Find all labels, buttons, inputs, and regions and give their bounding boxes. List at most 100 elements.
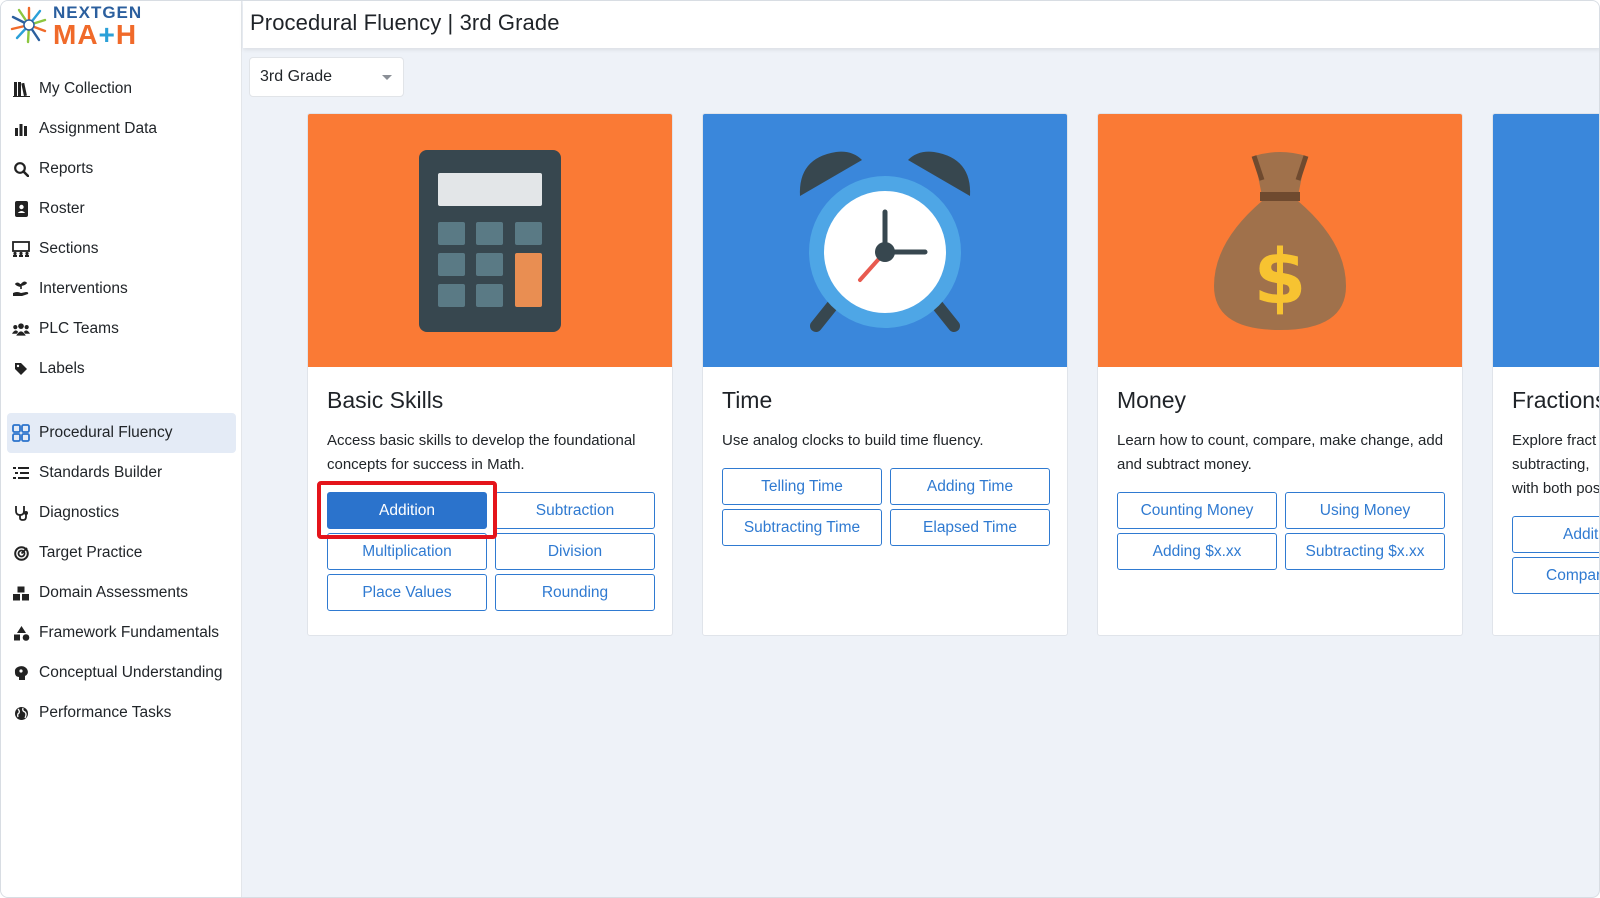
sidebar-item-label: Diagnostics: [39, 504, 120, 521]
fractions-addition-button[interactable]: Additi: [1512, 516, 1599, 553]
stethoscope-icon: [12, 504, 30, 522]
sidebar-item-domain-assessments[interactable]: Domain Assessments: [1, 573, 242, 613]
globe-icon: [12, 704, 30, 722]
sidebar-item-labels[interactable]: Labels: [1, 349, 242, 389]
brand-bottom-text: MA+H: [53, 21, 137, 49]
adding-money-button[interactable]: Adding $x.xx: [1117, 533, 1277, 570]
desc-line: Explore fract: [1512, 432, 1597, 449]
sidebar-item-target-practice[interactable]: Target Practice: [1, 533, 242, 573]
sidebar-item-plc-teams[interactable]: PLC Teams: [1, 309, 242, 349]
shapes-icon: [12, 624, 30, 642]
sidebar-item-roster[interactable]: Roster: [1, 189, 242, 229]
card-title: Fractions: [1512, 387, 1600, 413]
brand-plus: +: [98, 19, 116, 50]
card-description: Access basic skills to develop the found…: [327, 432, 636, 473]
rounding-button[interactable]: Rounding: [495, 574, 655, 611]
sidebar-item-procedural-fluency[interactable]: Procedural Fluency: [7, 413, 236, 453]
adding-time-button[interactable]: Adding Time: [890, 468, 1050, 505]
money-hero: $: [1098, 114, 1462, 367]
sunburst-logo-icon: [10, 6, 47, 44]
bar-chart-icon: [12, 120, 30, 138]
sidebar-item-label: My Collection: [39, 80, 133, 97]
nav-divider-space: [1, 389, 242, 413]
subtraction-button[interactable]: Subtraction: [495, 492, 655, 529]
grade-select[interactable]: 3rd Grade: [249, 57, 404, 97]
brain-icon: [12, 664, 30, 682]
cubes-icon: [12, 584, 30, 602]
card-title: Basic Skills: [327, 387, 444, 413]
sidebar-item-label: Sections: [39, 240, 99, 257]
using-money-button[interactable]: Using Money: [1285, 492, 1445, 529]
sidebar-item-framework-fundamentals[interactable]: Framework Fundamentals: [1, 613, 242, 653]
sidebar: NEXTGEN MA+H My Collection Assignment Da…: [1, 1, 242, 897]
alarm-clock-icon: [799, 151, 971, 332]
sidebar-item-label: Framework Fundamentals: [39, 624, 220, 641]
money-card: $ Money Learn how to count, compare, mak…: [1097, 113, 1463, 636]
app-window: NEXTGEN MA+H My Collection Assignment Da…: [0, 0, 1600, 898]
time-card: Time Use analog clocks to build time flu…: [702, 113, 1068, 636]
sidebar-item-label: Conceptual Understanding: [39, 664, 223, 681]
list-icon: [12, 464, 30, 482]
sidebar-item-label: Target Practice: [39, 544, 143, 561]
sidebar-item-label: Reports: [39, 160, 94, 177]
card-description: Learn how to count, compare, make change…: [1117, 432, 1444, 473]
basic-skills-card: Basic Skills Access basic skills to deve…: [307, 113, 673, 636]
sidebar-item-label: Standards Builder: [39, 464, 163, 481]
grade-select-value: 3rd Grade: [260, 68, 333, 85]
card-description: Use analog clocks to build time fluency.: [722, 432, 984, 449]
desc-line: with both pos: [1512, 480, 1600, 497]
sidebar-item-label: Interventions: [39, 280, 128, 297]
sidebar-item-label: Performance Tasks: [39, 704, 172, 721]
sidebar-item-assignment-data[interactable]: Assignment Data: [1, 109, 242, 149]
sidebar-item-conceptual-understanding[interactable]: Conceptual Understanding: [1, 653, 242, 693]
brand-h: H: [115, 19, 138, 50]
classroom-icon: [12, 240, 30, 258]
card-title: Money: [1117, 387, 1187, 413]
subtracting-money-button[interactable]: Subtracting $x.xx: [1285, 533, 1445, 570]
fractions-hero: [1493, 114, 1599, 367]
nextgen-math-logo[interactable]: NEXTGEN MA+H: [9, 3, 149, 49]
fractions-compare-button[interactable]: Compar: [1512, 557, 1599, 594]
sidebar-item-diagnostics[interactable]: Diagnostics: [1, 493, 242, 533]
multiplication-button[interactable]: Multiplication: [327, 533, 487, 570]
chevron-down-icon: [382, 74, 392, 80]
books-icon: [12, 80, 30, 98]
card-title: Time: [722, 387, 773, 413]
contact-book-icon: [12, 200, 30, 218]
brand-ma: MA: [53, 19, 99, 50]
sidebar-item-my-collection[interactable]: My Collection: [1, 69, 242, 109]
page-title: Procedural Fluency | 3rd Grade: [250, 10, 560, 35]
addition-button[interactable]: Addition: [327, 492, 487, 529]
desc-line: subtracting,: [1512, 456, 1590, 473]
place-values-button[interactable]: Place Values: [327, 574, 487, 611]
sidebar-item-performance-tasks[interactable]: Performance Tasks: [1, 693, 242, 733]
sidebar-item-label: Roster: [39, 200, 85, 217]
sidebar-item-label: Assignment Data: [39, 120, 158, 137]
sidebar-item-sections[interactable]: Sections: [1, 229, 242, 269]
sidebar-item-interventions[interactable]: Interventions: [1, 269, 242, 309]
sidebar-item-reports[interactable]: Reports: [1, 149, 242, 189]
division-button[interactable]: Division: [495, 533, 655, 570]
target-icon: [12, 544, 30, 562]
sidebar-item-label: Procedural Fluency: [39, 424, 173, 441]
tag-icon: [12, 360, 30, 378]
hand-plant-icon: [12, 280, 30, 298]
grid-icon: [12, 424, 30, 442]
card-description: Explore fract subtracting, with both pos: [1512, 429, 1600, 501]
time-hero: [703, 114, 1067, 367]
telling-time-button[interactable]: Telling Time: [722, 468, 882, 505]
calculator-icon: [419, 149, 561, 332]
sidebar-nav: My Collection Assignment Data Reports Ro…: [1, 69, 242, 733]
elapsed-time-button[interactable]: Elapsed Time: [890, 509, 1050, 546]
search-report-icon: [12, 160, 30, 178]
sidebar-item-label: Labels: [39, 360, 85, 377]
sidebar-item-label: Domain Assessments: [39, 584, 189, 601]
sidebar-item-standards-builder[interactable]: Standards Builder: [1, 453, 242, 493]
users-icon: [12, 320, 30, 338]
money-bag-icon: $: [1214, 151, 1346, 330]
top-header: Procedural Fluency | 3rd Grade: [243, 1, 1599, 48]
svg-text:$: $: [1254, 232, 1307, 321]
counting-money-button[interactable]: Counting Money: [1117, 492, 1277, 529]
basic-skills-hero: [308, 114, 672, 367]
subtracting-time-button[interactable]: Subtracting Time: [722, 509, 882, 546]
